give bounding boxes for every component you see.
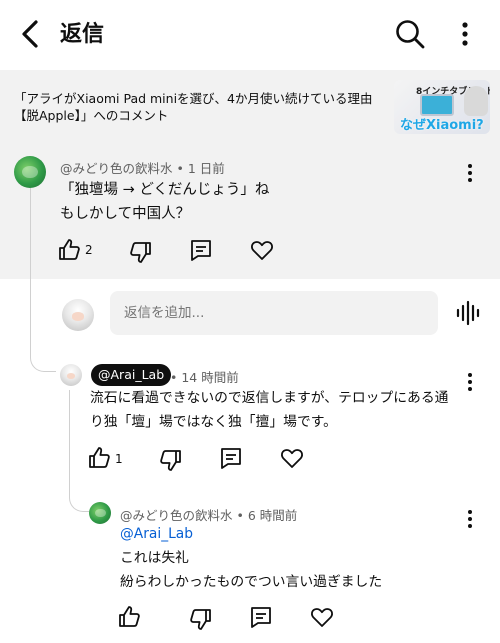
- thread-connector: [69, 492, 89, 512]
- comment-text: 「独壇場 → どくだんじょう」ね もしかして中国人？: [60, 182, 270, 222]
- comment-time: 6 時間前: [247, 508, 298, 523]
- dislike-icon[interactable]: [128, 240, 152, 264]
- avatar[interactable]: [14, 156, 46, 188]
- dislike-icon[interactable]: [158, 448, 182, 472]
- thread-line: [69, 390, 70, 494]
- video-title[interactable]: 「アライがXiaomi Pad miniを選び、4か月使い続けている理由【脱Ap…: [14, 90, 384, 124]
- comment-meta: @みどり色の飲料水 • 1 日前: [60, 161, 225, 176]
- more-vertical-icon[interactable]: [464, 163, 476, 183]
- comment-author[interactable]: @みどり色の飲料水: [60, 161, 173, 176]
- back-chevron-icon[interactable]: [16, 18, 44, 50]
- current-user-avatar: [62, 299, 94, 331]
- comment-time: 1 日前: [187, 161, 225, 176]
- comment-time: 14 時間前: [181, 370, 239, 385]
- like-icon[interactable]: [58, 238, 82, 262]
- heart-icon[interactable]: [310, 605, 334, 629]
- like-count: 1: [115, 452, 123, 466]
- more-vertical-icon[interactable]: [455, 20, 475, 48]
- page-title: 返信: [60, 22, 105, 47]
- thread-connector: [30, 346, 56, 372]
- thumbnail-caption-bottom: なぜXiaomi?: [400, 118, 484, 133]
- reply-icon[interactable]: [219, 446, 243, 470]
- top-app-bar: 返信: [0, 0, 500, 68]
- comment-text: @Arai_Lab これは失礼 紛らわしかったものでつい言い過ぎました: [120, 522, 382, 594]
- more-vertical-icon[interactable]: [464, 509, 476, 529]
- comment-text: 流石に看過できないので返信しますが、テロップにある通 り独「壇」場ではなく独「擅…: [90, 390, 449, 430]
- like-icon[interactable]: [118, 605, 142, 629]
- character-image: [464, 86, 488, 116]
- like-count: 2: [85, 243, 93, 257]
- video-thumbnail[interactable]: 8インチタブレット なぜXiaomi?: [394, 80, 490, 134]
- avatar[interactable]: [60, 364, 82, 386]
- avatar[interactable]: [89, 502, 111, 524]
- thread-line: [30, 188, 31, 348]
- dislike-icon[interactable]: [188, 607, 212, 631]
- search-icon[interactable]: [394, 18, 426, 50]
- reply-icon[interactable]: [189, 238, 213, 262]
- heart-icon[interactable]: [250, 238, 274, 262]
- comment-author[interactable]: @みどり色の飲料水: [120, 508, 233, 523]
- comment-meta: • 14 時間前: [170, 370, 239, 385]
- reply-input[interactable]: [110, 291, 438, 335]
- mention-link[interactable]: @Arai_Lab: [120, 522, 382, 546]
- reply-icon[interactable]: [249, 605, 273, 629]
- heart-icon[interactable]: [280, 446, 304, 470]
- more-vertical-icon[interactable]: [464, 372, 476, 392]
- voice-search-icon[interactable]: [455, 300, 481, 326]
- creator-badge[interactable]: @Arai_Lab: [91, 364, 172, 386]
- like-icon[interactable]: [88, 446, 112, 470]
- tablet-image: [420, 94, 454, 116]
